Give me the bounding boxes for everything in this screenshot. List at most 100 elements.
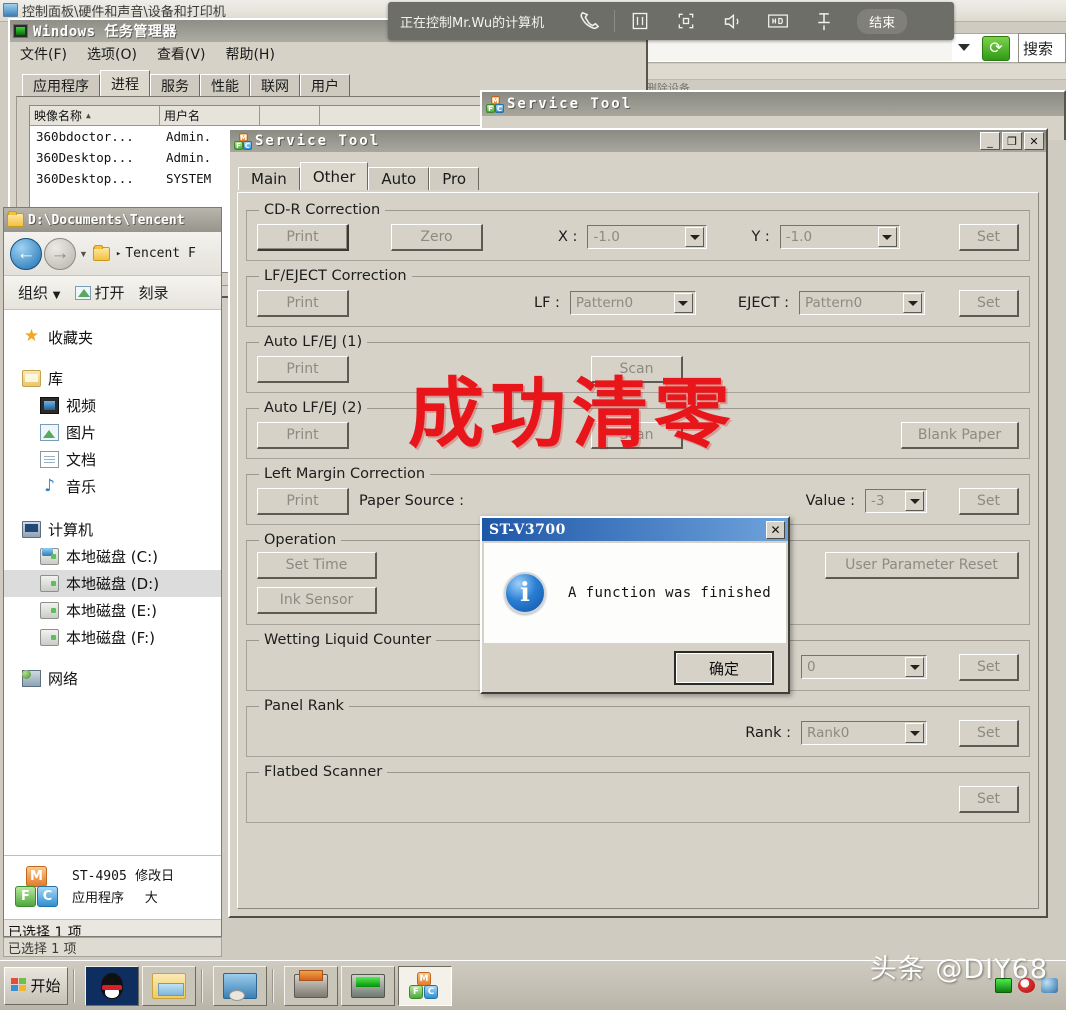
taskbar-item-devices[interactable] xyxy=(213,965,267,1006)
taskbar-item-explorer[interactable] xyxy=(142,965,196,1006)
taskbar-item-qq[interactable] xyxy=(85,965,139,1006)
column-user-name[interactable]: 用户名 xyxy=(160,106,260,125)
tree-item-drive-f[interactable]: 本地磁盘 (F:) xyxy=(22,624,221,651)
autolfej2-blank-paper-button[interactable]: Blank Paper xyxy=(901,421,1019,449)
chevron-down-icon[interactable] xyxy=(905,657,924,677)
set-time-button[interactable]: Set Time xyxy=(257,552,377,579)
phone-icon[interactable] xyxy=(566,2,612,40)
explorer-titlebar[interactable]: D:\Documents\Tencent xyxy=(4,208,221,232)
ok-button[interactable]: 确定 xyxy=(674,651,774,685)
search-input[interactable]: 搜索 xyxy=(1018,33,1066,63)
cdr-zero-button[interactable]: Zero xyxy=(391,223,483,251)
close-button[interactable]: ✕ xyxy=(1024,132,1044,150)
address-breadcrumb[interactable]: ▸ Tencent F xyxy=(116,246,196,261)
taskbar-grip[interactable] xyxy=(73,968,80,1003)
forward-button[interactable]: → xyxy=(44,237,76,270)
menu-help[interactable]: 帮助(H) xyxy=(225,44,274,64)
taskbar-item-scanner[interactable] xyxy=(341,965,395,1006)
tree-item-favorites[interactable]: ★ 收藏夹 xyxy=(22,324,221,351)
recent-pages-icon[interactable]: ▼ xyxy=(79,249,88,259)
cdr-x-combo[interactable]: -1.0 xyxy=(587,225,708,249)
tab-auto[interactable]: Auto xyxy=(368,167,430,190)
tab-networking[interactable]: 联网 xyxy=(250,74,300,96)
tab-applications[interactable]: 应用程序 xyxy=(22,74,100,96)
taskbar-item-service-tool[interactable]: M F C xyxy=(398,965,452,1006)
hd-icon[interactable] xyxy=(755,2,801,40)
chevron-down-icon[interactable] xyxy=(685,227,705,247)
fullscreen-icon[interactable] xyxy=(663,2,709,40)
cdr-y-combo[interactable]: -1.0 xyxy=(779,225,900,249)
tree-item-libraries[interactable]: 库 xyxy=(22,365,221,392)
counter-value-combo[interactable]: 0 xyxy=(801,655,927,679)
taskbar-grip[interactable] xyxy=(272,968,279,1003)
user-parameter-reset-button[interactable]: User Parameter Reset xyxy=(825,552,1019,579)
tree-item-drive-d[interactable]: 本地磁盘 (D:) xyxy=(4,570,221,597)
ink-sensor-button[interactable]: Ink Sensor xyxy=(257,587,377,614)
chevron-down-icon[interactable] xyxy=(903,293,922,313)
burn-button[interactable]: 刻录 xyxy=(139,282,169,303)
tab-processes[interactable]: 进程 xyxy=(100,70,150,96)
taskbar-item-printer[interactable] xyxy=(284,965,338,1006)
tab-main[interactable]: Main xyxy=(238,167,300,190)
autolfej2-scan-button[interactable]: Scan xyxy=(591,421,683,449)
tree-item-music[interactable]: ♪ 音乐 xyxy=(22,473,221,500)
autolfej2-print-button[interactable]: Print xyxy=(257,421,349,449)
rank-combo[interactable]: Rank0 xyxy=(801,721,927,745)
chevron-down-icon[interactable] xyxy=(958,44,970,51)
taskbar-grip[interactable] xyxy=(201,968,208,1003)
flatbed-set-button[interactable]: Set xyxy=(959,785,1019,813)
tree-item-computer[interactable]: 计算机 xyxy=(22,516,221,543)
start-button[interactable]: 开始 xyxy=(4,966,68,1005)
wetting-set-button[interactable]: Set xyxy=(959,653,1019,681)
autolfej1-print-button[interactable]: Print xyxy=(257,355,349,383)
panel-rank-set-button[interactable]: Set xyxy=(959,719,1019,747)
maximize-button[interactable]: ❐ xyxy=(1002,132,1022,150)
service-tool-titlebar[interactable]: MFC Service Tool _ ❐ ✕ xyxy=(230,130,1046,152)
tree-item-drive-e[interactable]: 本地磁盘 (E:) xyxy=(22,597,221,624)
back-button[interactable]: ← xyxy=(10,237,42,270)
scale-1to1-icon[interactable] xyxy=(617,2,663,40)
chevron-down-icon[interactable] xyxy=(673,293,693,313)
tree-item-network[interactable]: 网络 xyxy=(22,665,221,692)
tree-item-documents[interactable]: 文档 xyxy=(22,446,221,473)
chevron-down-icon[interactable] xyxy=(905,723,924,743)
tab-other[interactable]: Other xyxy=(299,162,369,190)
speaker-icon[interactable] xyxy=(709,2,755,40)
tree-item-videos[interactable]: 视频 xyxy=(22,392,221,419)
refresh-icon[interactable]: ⟳ xyxy=(982,36,1010,61)
service-tool-background-titlebar[interactable]: MFC Service Tool xyxy=(482,92,1064,116)
end-session-button[interactable]: 结束 xyxy=(857,8,908,34)
chevron-down-icon[interactable] xyxy=(905,491,924,511)
column-image-name[interactable]: 映像名称 ▲ xyxy=(30,106,160,125)
leftmargin-print-button[interactable]: Print xyxy=(257,487,349,515)
menu-view[interactable]: 查看(V) xyxy=(157,44,206,64)
tab-pro[interactable]: Pro xyxy=(429,167,480,190)
menu-file[interactable]: 文件(F) xyxy=(20,44,67,64)
leftmargin-set-button[interactable]: Set xyxy=(959,487,1019,515)
tab-performance[interactable]: 性能 xyxy=(200,74,250,96)
lfeject-print-button[interactable]: Print xyxy=(257,289,349,317)
cdr-print-button[interactable]: Print xyxy=(257,223,349,251)
organize-button[interactable]: 组织 ▼ xyxy=(18,282,61,303)
tree-item-pictures[interactable]: 图片 xyxy=(22,419,221,446)
column-cpu[interactable] xyxy=(260,106,320,125)
tree-item-drive-c[interactable]: 本地磁盘 (C:) xyxy=(22,543,221,570)
lf-combo[interactable]: Pattern0 xyxy=(569,291,696,315)
eject-combo[interactable]: Pattern0 xyxy=(799,291,925,315)
tab-users[interactable]: 用户 xyxy=(300,74,350,96)
chevron-down-icon[interactable] xyxy=(877,227,897,247)
menu-options[interactable]: 选项(O) xyxy=(87,44,137,64)
open-button[interactable]: 打开 xyxy=(74,282,125,303)
tray-app-icon[interactable] xyxy=(1041,978,1058,993)
dialog-titlebar[interactable]: ST-V3700 ✕ xyxy=(482,518,788,541)
autolfej1-scan-button[interactable]: Scan xyxy=(591,355,683,383)
left-margin-value-combo[interactable]: -3 xyxy=(865,489,927,513)
tray-security-icon[interactable] xyxy=(1018,978,1035,993)
close-icon[interactable]: ✕ xyxy=(766,520,785,539)
tray-network-icon[interactable] xyxy=(995,978,1012,993)
minimize-button[interactable]: _ xyxy=(980,132,1000,150)
tab-services[interactable]: 服务 xyxy=(150,74,200,96)
cdr-set-button[interactable]: Set xyxy=(959,223,1019,251)
lfeject-set-button[interactable]: Set xyxy=(959,289,1019,317)
pin-icon[interactable] xyxy=(801,2,847,40)
